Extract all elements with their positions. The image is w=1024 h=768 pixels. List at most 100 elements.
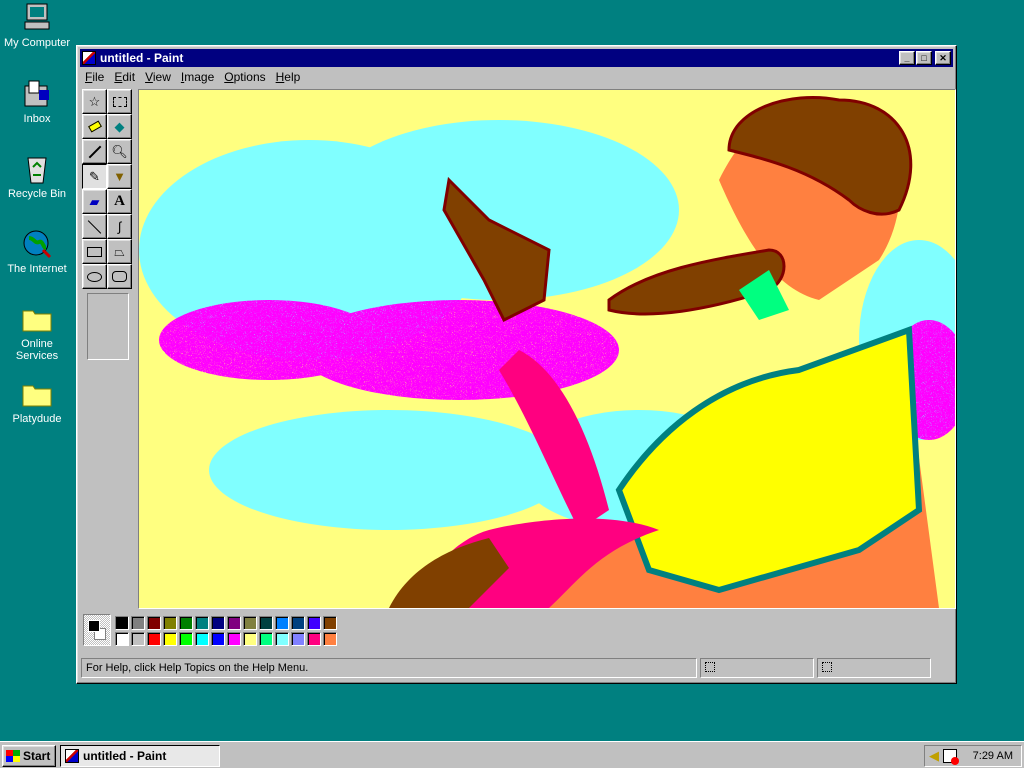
polygon-icon: ⏢ bbox=[114, 243, 125, 259]
start-label: Start bbox=[23, 749, 51, 763]
tool-magnifier[interactable]: 🔍︎ bbox=[107, 139, 132, 164]
menu-bar: File Edit View Image Options Help bbox=[80, 67, 953, 87]
palette-swatch[interactable] bbox=[291, 632, 305, 646]
palette-swatch[interactable] bbox=[179, 616, 193, 630]
tool-options-box[interactable] bbox=[87, 293, 129, 360]
palette-swatch[interactable] bbox=[259, 616, 273, 630]
tool-fill[interactable]: ◆ bbox=[107, 114, 132, 139]
palette-swatch[interactable] bbox=[291, 616, 305, 630]
taskbar: Start untitled - Paint ◀ 7:29 AM bbox=[0, 741, 1024, 768]
tool-pick-color[interactable] bbox=[82, 139, 107, 164]
eyedropper-icon bbox=[88, 145, 101, 158]
palette-swatch[interactable] bbox=[195, 632, 209, 646]
palette-swatch[interactable] bbox=[227, 616, 241, 630]
palette-swatch[interactable] bbox=[323, 616, 337, 630]
desktop-icon-label: Inbox bbox=[23, 113, 51, 125]
status-help-text: For Help, click Help Topics on the Help … bbox=[81, 658, 697, 678]
palette-swatch[interactable] bbox=[147, 632, 161, 646]
canvas-scroll-area bbox=[138, 89, 956, 609]
resize-grip[interactable] bbox=[934, 658, 954, 678]
paint-app-icon bbox=[65, 749, 79, 763]
desktop-icon-recycle-bin[interactable]: Recycle Bin bbox=[0, 153, 74, 200]
text-icon: A bbox=[114, 193, 125, 209]
palette-swatch[interactable] bbox=[227, 632, 241, 646]
desktop-icon-online-services[interactable]: Online Services bbox=[0, 303, 74, 362]
menu-options[interactable]: Options bbox=[219, 70, 270, 84]
folder-icon bbox=[21, 378, 53, 410]
palette-swatch[interactable] bbox=[211, 632, 225, 646]
volume-icon[interactable]: ◀ bbox=[929, 748, 939, 764]
tool-line[interactable] bbox=[82, 214, 107, 239]
palette-swatch[interactable] bbox=[115, 616, 129, 630]
title-bar[interactable]: untitled - Paint _ □ ✕ bbox=[80, 49, 953, 67]
tool-rectangle[interactable] bbox=[82, 239, 107, 264]
windows-logo-icon bbox=[6, 750, 20, 762]
palette-swatch[interactable] bbox=[275, 616, 289, 630]
network-status-icon[interactable] bbox=[943, 749, 959, 765]
menu-help[interactable]: Help bbox=[271, 70, 306, 84]
palette-swatch[interactable] bbox=[131, 616, 145, 630]
palette-swatch[interactable] bbox=[307, 616, 321, 630]
tool-free-form-select[interactable]: ☆ bbox=[82, 89, 107, 114]
tool-curve[interactable]: ∫ bbox=[107, 214, 132, 239]
tool-polygon[interactable]: ⏢ bbox=[107, 239, 132, 264]
maximize-button[interactable]: □ bbox=[916, 51, 932, 65]
selection-size-icon bbox=[822, 662, 832, 672]
palette-swatch[interactable] bbox=[115, 632, 129, 646]
window-title: untitled - Paint bbox=[100, 51, 184, 65]
palette-swatch[interactable] bbox=[243, 632, 257, 646]
tool-text[interactable]: A bbox=[107, 189, 132, 214]
palette-swatch[interactable] bbox=[163, 632, 177, 646]
desktop-icon-the-internet[interactable]: The Internet bbox=[0, 228, 74, 275]
tool-eraser[interactable] bbox=[82, 114, 107, 139]
palette-swatch[interactable] bbox=[211, 616, 225, 630]
minimize-button[interactable]: _ bbox=[899, 51, 915, 65]
desktop-icon-label: Online Services bbox=[15, 338, 59, 362]
palette-swatch[interactable] bbox=[147, 616, 161, 630]
palette-swatch[interactable] bbox=[259, 632, 273, 646]
drawing-canvas[interactable] bbox=[139, 90, 955, 608]
pencil-icon: ✎ bbox=[89, 168, 100, 184]
palette-swatch[interactable] bbox=[179, 632, 193, 646]
palette-swatch[interactable] bbox=[307, 632, 321, 646]
tool-airbrush[interactable]: ▰ bbox=[82, 189, 107, 214]
palette-swatch[interactable] bbox=[195, 616, 209, 630]
airbrush-icon: ▰ bbox=[89, 193, 100, 209]
palette-swatch[interactable] bbox=[131, 632, 145, 646]
menu-image[interactable]: Image bbox=[176, 70, 219, 84]
tool-ellipse[interactable] bbox=[82, 264, 107, 289]
palette-swatch[interactable] bbox=[275, 632, 289, 646]
tool-rounded-rectangle[interactable] bbox=[107, 264, 132, 289]
desktop-icon-inbox[interactable]: Inbox bbox=[0, 78, 74, 125]
paint-bucket-icon: ◆ bbox=[114, 118, 125, 134]
palette-swatch[interactable] bbox=[163, 616, 177, 630]
menu-view[interactable]: View bbox=[140, 70, 176, 84]
recycle-bin-icon bbox=[21, 153, 53, 185]
menu-edit[interactable]: Edit bbox=[109, 70, 140, 84]
brush-icon: ▼ bbox=[113, 169, 126, 184]
clock[interactable]: 7:29 AM bbox=[973, 750, 1013, 762]
menu-file[interactable]: File bbox=[80, 70, 109, 84]
taskbar-button-paint[interactable]: untitled - Paint bbox=[60, 745, 220, 767]
desktop-icon-platydude[interactable]: Platydude bbox=[0, 378, 74, 425]
close-button[interactable]: ✕ bbox=[935, 51, 951, 65]
start-button[interactable]: Start bbox=[2, 745, 56, 767]
foreground-color-swatch[interactable] bbox=[88, 620, 100, 632]
system-tray: ◀ 7:29 AM bbox=[924, 745, 1022, 767]
toolbox: ☆ ◆ 🔍︎ ✎ ▼ ▰ A ∫ ⏢ bbox=[82, 89, 135, 289]
cursor-position-icon bbox=[705, 662, 715, 672]
tool-brush[interactable]: ▼ bbox=[107, 164, 132, 189]
tool-pencil[interactable]: ✎ bbox=[82, 164, 107, 189]
desktop-icon-label: The Internet bbox=[7, 263, 67, 275]
current-colors[interactable] bbox=[83, 614, 111, 646]
desktop-icon-my-computer[interactable]: My Computer bbox=[0, 2, 74, 49]
status-bar: For Help, click Help Topics on the Help … bbox=[81, 658, 954, 680]
status-cursor-position bbox=[700, 658, 814, 678]
paint-app-icon bbox=[82, 51, 96, 65]
palette-swatch[interactable] bbox=[243, 616, 257, 630]
globe-icon bbox=[21, 228, 53, 260]
palette-swatch[interactable] bbox=[323, 632, 337, 646]
folder-icon bbox=[21, 303, 53, 335]
ellipse-icon bbox=[87, 271, 102, 282]
tool-select[interactable] bbox=[107, 89, 132, 114]
